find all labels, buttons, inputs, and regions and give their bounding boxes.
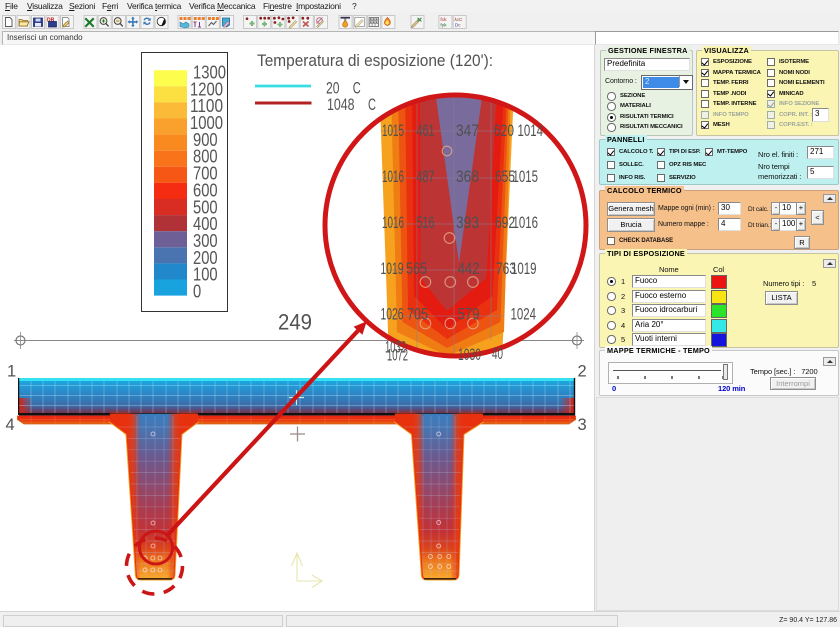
svg-text:3: 3 — [578, 416, 587, 434]
svg-text:705: 705 — [407, 305, 428, 324]
svg-text:347: 347 — [456, 121, 479, 140]
svg-text:1072: 1072 — [387, 346, 408, 365]
svg-text:579: 579 — [458, 305, 480, 324]
svg-text:1019: 1019 — [511, 259, 537, 278]
svg-text:1016: 1016 — [382, 167, 404, 186]
svg-text:C: C — [368, 95, 376, 114]
svg-text:1024: 1024 — [511, 305, 537, 324]
svg-text:487: 487 — [417, 167, 435, 186]
svg-text:1019: 1019 — [381, 259, 404, 278]
svg-text:1015: 1015 — [513, 167, 539, 186]
svg-text:40: 40 — [492, 344, 503, 363]
svg-text:1030: 1030 — [458, 345, 481, 364]
svg-text:4: 4 — [6, 416, 15, 434]
svg-text:1016: 1016 — [513, 213, 539, 232]
svg-text:Dc: Dc — [455, 23, 461, 29]
svg-text:1016: 1016 — [382, 213, 404, 232]
svg-text:516: 516 — [417, 213, 435, 232]
svg-text:Temperatura di esposizione (12: Temperatura di esposizione (120'): — [257, 52, 493, 70]
svg-text:1: 1 — [7, 363, 16, 381]
svg-text:λcC: λcC — [454, 17, 463, 23]
svg-text:1014: 1014 — [518, 121, 544, 140]
svg-text:2: 2 — [578, 363, 587, 381]
svg-text:0: 0 — [193, 282, 201, 302]
svg-text:1015: 1015 — [382, 121, 404, 140]
svg-text:461: 461 — [417, 121, 435, 140]
svg-text:393: 393 — [456, 213, 479, 232]
svg-text:fck: fck — [440, 17, 447, 23]
svg-text:1026: 1026 — [381, 305, 404, 324]
svg-text:1048: 1048 — [327, 95, 355, 114]
svg-text:442: 442 — [458, 259, 480, 278]
svg-text:565: 565 — [406, 259, 427, 278]
svg-text:620: 620 — [494, 121, 514, 140]
svg-text:249: 249 — [278, 310, 312, 335]
svg-text:fyk: fyk — [440, 23, 447, 29]
svg-text:368: 368 — [456, 167, 479, 186]
